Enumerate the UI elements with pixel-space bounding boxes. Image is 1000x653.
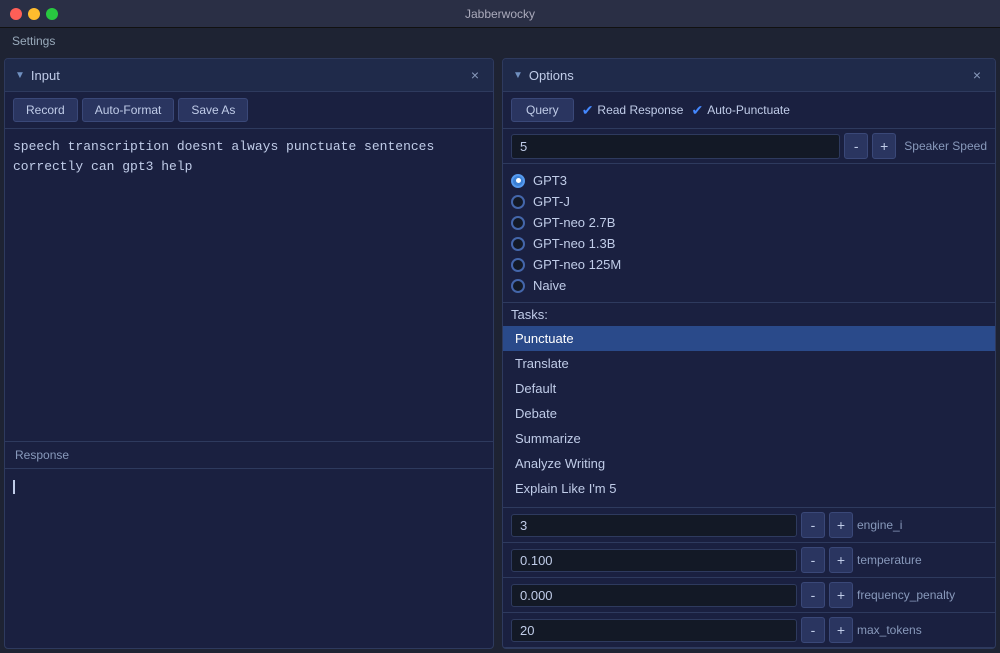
param-row-1: -+ temperature xyxy=(503,543,995,578)
task-item-3[interactable]: Debate xyxy=(503,401,995,426)
read-response-checkbox-label[interactable]: ✔ Read Response xyxy=(582,102,684,119)
input-panel-close-button[interactable]: × xyxy=(467,65,483,85)
param-increment-1[interactable]: + xyxy=(829,547,853,573)
task-item-5[interactable]: Analyze Writing xyxy=(503,451,995,476)
close-window-button[interactable] xyxy=(10,8,22,20)
task-item-1[interactable]: Translate xyxy=(503,351,995,376)
speed-number-input[interactable] xyxy=(511,134,840,159)
param-label-2: frequency_penalty xyxy=(857,588,987,602)
response-area xyxy=(5,468,493,648)
input-collapse-icon[interactable]: ▼ xyxy=(15,70,25,81)
model-radio-circle-0 xyxy=(511,174,525,188)
task-item-2[interactable]: Default xyxy=(503,376,995,401)
param-row-2: -+ frequency_penalty xyxy=(503,578,995,613)
options-toolbar: Query ✔ Read Response ✔ Auto-Punctuate xyxy=(503,92,995,129)
model-radio-label-0: GPT3 xyxy=(533,173,567,188)
param-input-2[interactable] xyxy=(511,584,797,607)
query-button[interactable]: Query xyxy=(511,98,574,122)
input-panel-header: ▼ Input × xyxy=(5,59,493,92)
param-decrement-1[interactable]: - xyxy=(801,547,825,573)
param-label-1: temperature xyxy=(857,553,987,567)
model-radio-item-0[interactable]: GPT3 xyxy=(511,170,987,191)
param-decrement-0[interactable]: - xyxy=(801,512,825,538)
model-radio-item-4[interactable]: GPT-neo 125M xyxy=(511,254,987,275)
model-radio-label-4: GPT-neo 125M xyxy=(533,257,621,272)
speaker-speed-row: - + Speaker Speed xyxy=(503,129,995,164)
model-radio-item-5[interactable]: Naive xyxy=(511,275,987,296)
options-panel-title: ▼ Options xyxy=(513,68,574,83)
read-response-check-icon: ✔ xyxy=(582,102,594,119)
param-increment-3[interactable]: + xyxy=(829,617,853,643)
input-panel: ▼ Input × Record Auto-Format Save As spe… xyxy=(4,58,494,649)
minimize-window-button[interactable] xyxy=(28,8,40,20)
model-radio-circle-4 xyxy=(511,258,525,272)
task-item-4[interactable]: Summarize xyxy=(503,426,995,451)
task-item-0[interactable]: Punctuate xyxy=(503,326,995,351)
app-title: Jabberwocky xyxy=(465,7,535,21)
window-controls xyxy=(10,8,58,20)
options-panel-label: Options xyxy=(529,68,574,83)
tasks-list: PunctuateTranslateDefaultDebateSummarize… xyxy=(503,326,995,507)
autoformat-button[interactable]: Auto-Format xyxy=(82,98,175,122)
param-decrement-3[interactable]: - xyxy=(801,617,825,643)
param-row-3: -+ max_tokens xyxy=(503,613,995,648)
model-radio-label-3: GPT-neo 1.3B xyxy=(533,236,615,251)
input-toolbar: Record Auto-Format Save As xyxy=(5,92,493,129)
param-rows: -+engine_i-+temperature-+frequency_penal… xyxy=(503,507,995,648)
model-radio-circle-1 xyxy=(511,195,525,209)
options-panel: ▼ Options × Query ✔ Read Response ✔ Auto… xyxy=(502,58,996,649)
model-radio-item-1[interactable]: GPT-J xyxy=(511,191,987,212)
read-response-label: Read Response xyxy=(597,103,683,117)
task-item-6[interactable]: Explain Like I'm 5 xyxy=(503,476,995,501)
input-text-area-section: speech transcription doesnt always punct… xyxy=(5,129,493,441)
model-radio-item-3[interactable]: GPT-neo 1.3B xyxy=(511,233,987,254)
tasks-label: Tasks: xyxy=(503,303,995,326)
options-panel-header: ▼ Options × xyxy=(503,59,995,92)
param-increment-0[interactable]: + xyxy=(829,512,853,538)
param-input-3[interactable] xyxy=(511,619,797,642)
model-radio-circle-2 xyxy=(511,216,525,230)
speed-decrement-button[interactable]: - xyxy=(844,133,868,159)
model-radio-item-2[interactable]: GPT-neo 2.7B xyxy=(511,212,987,233)
auto-punctuate-checkbox-label[interactable]: ✔ Auto-Punctuate xyxy=(691,102,789,119)
param-decrement-2[interactable]: - xyxy=(801,582,825,608)
maximize-window-button[interactable] xyxy=(46,8,58,20)
param-label-3: max_tokens xyxy=(857,623,987,637)
speed-increment-button[interactable]: + xyxy=(872,133,896,159)
model-radio-circle-5 xyxy=(511,279,525,293)
param-label-0: engine_i xyxy=(857,518,987,532)
settings-label: Settings xyxy=(0,28,1000,54)
cursor xyxy=(13,480,15,494)
input-panel-title: ▼ Input xyxy=(15,68,60,83)
input-textarea[interactable]: speech transcription doesnt always punct… xyxy=(13,137,485,433)
titlebar: Jabberwocky xyxy=(0,0,1000,28)
model-radio-group: GPT3 GPT-J GPT-neo 2.7B GPT-neo 1.3B GPT-neo… xyxy=(503,164,995,303)
speaker-speed-label: Speaker Speed xyxy=(904,139,987,153)
auto-punctuate-label: Auto-Punctuate xyxy=(707,103,790,117)
param-increment-2[interactable]: + xyxy=(829,582,853,608)
param-input-1[interactable] xyxy=(511,549,797,572)
options-collapse-icon[interactable]: ▼ xyxy=(513,70,523,81)
auto-punctuate-check-icon: ✔ xyxy=(691,102,703,119)
response-label: Response xyxy=(5,441,493,468)
param-input-0[interactable] xyxy=(511,514,797,537)
input-panel-label: Input xyxy=(31,68,60,83)
options-panel-close-button[interactable]: × xyxy=(969,65,985,85)
model-radio-label-2: GPT-neo 2.7B xyxy=(533,215,615,230)
saveas-button[interactable]: Save As xyxy=(178,98,248,122)
model-radio-label-5: Naive xyxy=(533,278,566,293)
record-button[interactable]: Record xyxy=(13,98,78,122)
param-row-0: -+ engine_i xyxy=(503,508,995,543)
model-radio-label-1: GPT-J xyxy=(533,194,570,209)
model-radio-circle-3 xyxy=(511,237,525,251)
